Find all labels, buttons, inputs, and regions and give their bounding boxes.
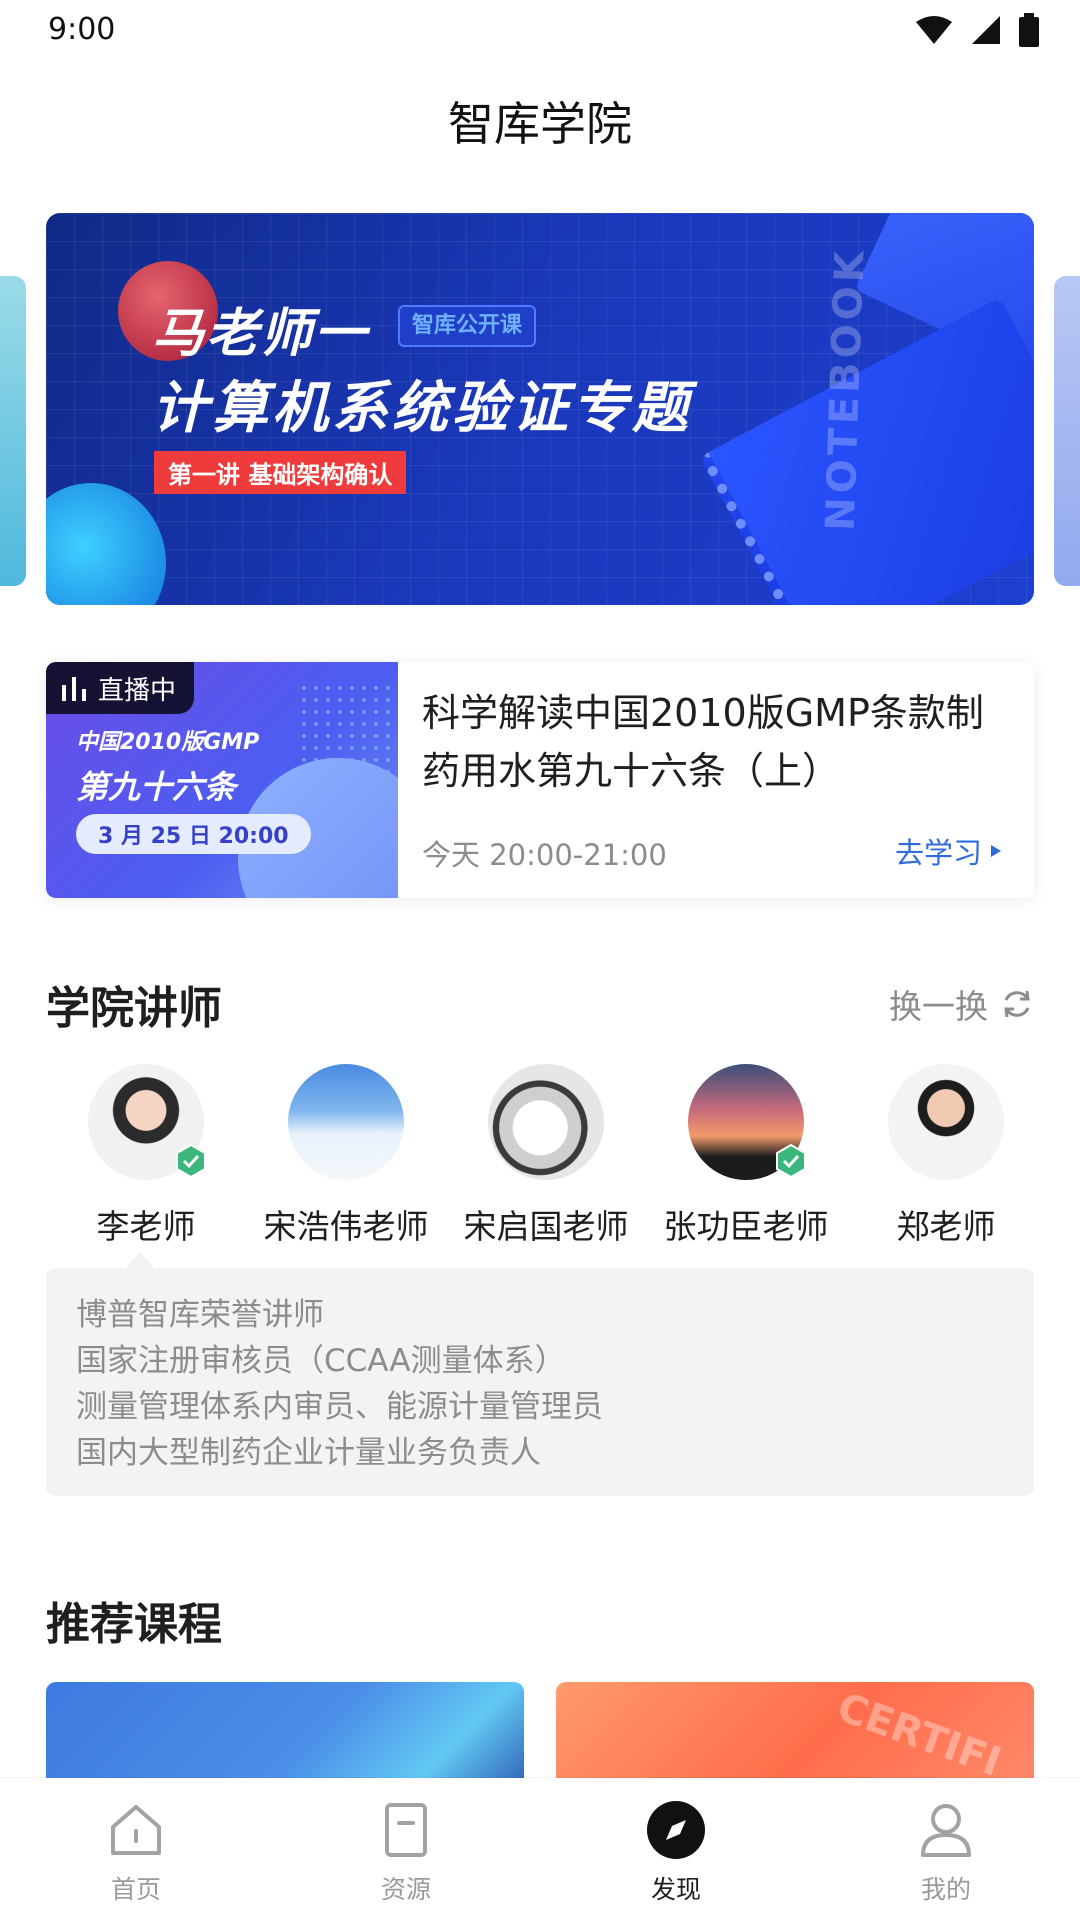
live-course-card[interactable]: 中国2010版GMP 第九十六条 3 月 25 日 20:00 直播中 科学解读… (46, 662, 1034, 898)
course-card[interactable]: CERTIFI (556, 1682, 1034, 1792)
teacher-item[interactable]: 李老师 (46, 1064, 246, 1248)
teacher-item[interactable]: 张功臣老师 (646, 1064, 846, 1248)
compass-icon (646, 1800, 706, 1860)
avatar (488, 1064, 604, 1180)
teacher-item[interactable]: 宋浩伟老师 (246, 1064, 446, 1248)
carousel-prev-card[interactable] (0, 276, 26, 586)
teacher-bio-panel: 博普智库荣誉讲师 国家注册审核员（CCAA测量体系） 测量管理体系内审员、能源计… (46, 1268, 1034, 1496)
avatar (88, 1064, 206, 1180)
teachers-section-title: 学院讲师 (46, 983, 222, 1034)
live-course-title: 科学解读中国2010版GMP条款制药用水第九十六条（上） (422, 691, 984, 793)
avatar (888, 1064, 1004, 1180)
teacher-name: 李老师 (96, 1207, 196, 1246)
bottom-tab-bar: 首页 资源 发现 我的 (0, 1778, 1080, 1920)
banner-carousel-item[interactable]: NOTEBOOK 马老师一 智库公开课 计算机系统验证专题 第一讲 基础架构确认 (46, 213, 1034, 605)
bio-pointer (126, 1252, 154, 1268)
banner-notebook-text: NOTEBOOK (817, 246, 874, 532)
teacher-name: 宋启国老师 (463, 1207, 629, 1246)
verified-badge-icon (176, 1144, 206, 1178)
bio-line: 国内大型制药企业计量业务负责人 (76, 1435, 541, 1471)
tab-label: 发现 (650, 1875, 701, 1904)
swap-label: 换一换 (889, 987, 988, 1026)
thumb-date: 3 月 25 日 20:00 (76, 814, 311, 854)
go-study-button[interactable]: 去学习 (895, 830, 1002, 872)
teacher-name: 郑老师 (896, 1207, 996, 1246)
status-bar: 9:00 (0, 0, 1080, 60)
course-card-text: CERTIFI (831, 1684, 1007, 1786)
tab-home[interactable]: 首页 (66, 1800, 206, 1906)
tab-discover[interactable]: 发现 (606, 1800, 746, 1906)
teacher-name: 张功臣老师 (663, 1207, 829, 1246)
thumb-line2: 第九十六条 (76, 768, 237, 806)
document-icon (376, 1800, 436, 1860)
refresh-icon (1004, 990, 1030, 1018)
teacher-name: 宋浩伟老师 (263, 1207, 429, 1246)
status-time: 9:00 (48, 12, 116, 47)
thumb-line1: 中国2010版GMP (76, 730, 260, 755)
signal-icon (972, 16, 1000, 44)
live-bars-icon (62, 677, 86, 701)
avatar (688, 1064, 806, 1180)
tab-label: 首页 (110, 1875, 161, 1904)
banner-badge: 智库公开课 (398, 305, 537, 347)
teacher-list: 李老师 宋浩伟老师 宋启国老师 张功臣老师 郑老师 (46, 1064, 1034, 1246)
battery-icon (1019, 13, 1039, 47)
bio-line: 测量管理体系内审员、能源计量管理员 (76, 1389, 603, 1425)
teacher-item[interactable]: 宋启国老师 (446, 1064, 646, 1248)
carousel-next-card[interactable] (1054, 276, 1080, 586)
bio-line: 国家注册审核员（CCAA测量体系） (76, 1343, 566, 1379)
go-study-label: 去学习 (894, 836, 982, 870)
user-icon (916, 1800, 976, 1860)
live-badge: 直播中 (46, 662, 195, 714)
live-course-time: 今天 20:00-21:00 (422, 838, 667, 872)
home-icon (106, 1800, 166, 1860)
live-badge-label: 直播中 (98, 675, 177, 706)
live-course-thumbnail: 中国2010版GMP 第九十六条 3 月 25 日 20:00 直播中 (46, 662, 398, 898)
tab-label: 资源 (380, 1875, 431, 1904)
tab-resources[interactable]: 资源 (336, 1800, 476, 1906)
tab-profile[interactable]: 我的 (876, 1800, 1016, 1906)
verified-badge-icon (776, 1144, 806, 1178)
tab-label: 我的 (920, 1875, 971, 1904)
swap-button[interactable]: 换一换 (889, 980, 1034, 1028)
banner-title-line1: 马老师一 (152, 304, 369, 364)
avatar (288, 1064, 404, 1180)
recommend-section-title: 推荐课程 (46, 1599, 222, 1650)
banner-subtitle: 第一讲 基础架构确认 (154, 451, 407, 494)
bio-line: 博普智库荣誉讲师 (76, 1297, 324, 1333)
page-title: 智库学院 (448, 97, 632, 151)
status-icons (914, 13, 1040, 47)
wifi-icon (916, 16, 952, 44)
banner-title-line2: 计算机系统验证专题 (152, 376, 692, 441)
caret-right-icon (991, 845, 1001, 857)
teacher-item[interactable]: 郑老师 (846, 1064, 1046, 1248)
course-card[interactable] (46, 1682, 524, 1792)
